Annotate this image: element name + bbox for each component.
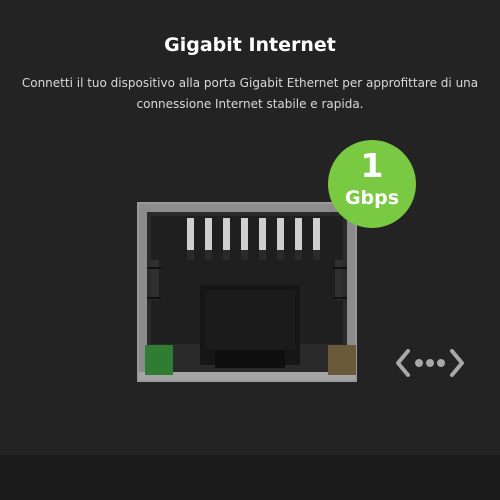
speed-badge: 1 Gbps [328,140,416,228]
link-led-left [145,345,173,375]
activity-led-right [328,345,356,375]
page-title: Gigabit Internet [164,34,336,56]
speed-unit: Gbps [344,187,400,209]
speed-value: 1 [360,146,384,185]
bottom-band [0,455,500,500]
network-dots-icon [396,349,464,377]
ethernet-port-icon [137,202,357,382]
feature-panel: Gigabit Internet Connetti il tuo disposi… [0,0,500,500]
feature-description: Connetti il tuo dispositivo alla porta G… [21,76,479,111]
